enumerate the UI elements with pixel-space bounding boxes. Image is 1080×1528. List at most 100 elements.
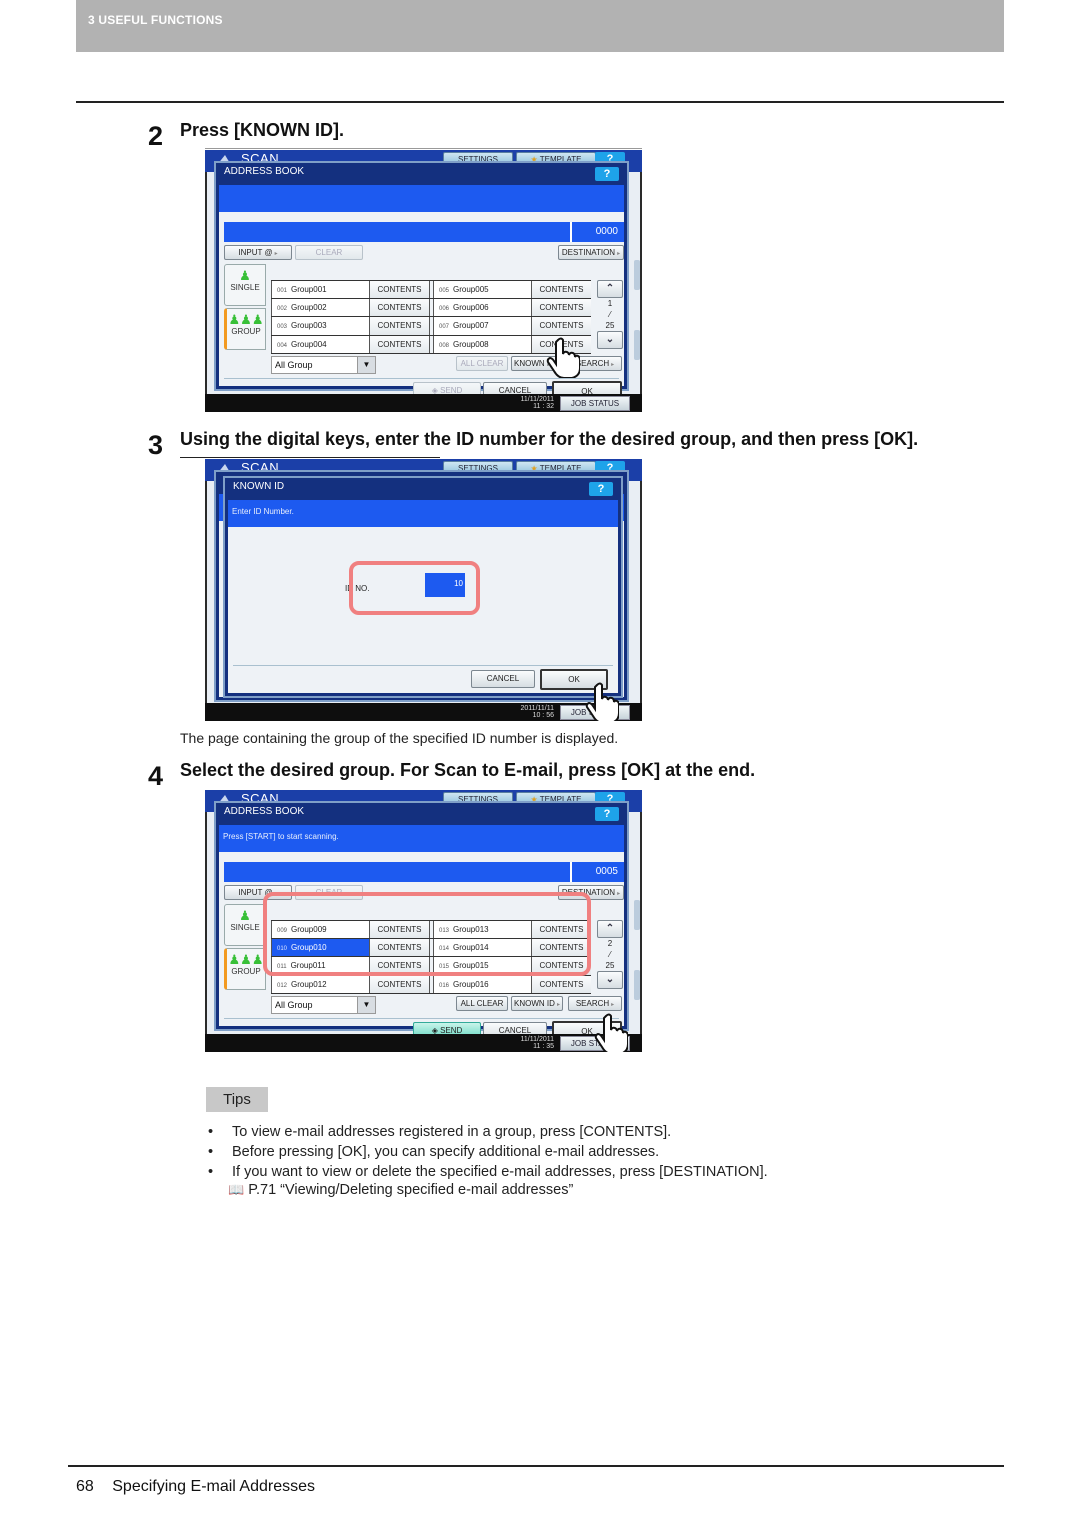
contents-button[interactable]: CONTENTS [369,975,429,993]
group-name: Group004 [291,339,327,349]
contents-button[interactable]: CONTENTS [369,298,429,316]
search-label: SEARCH [575,359,610,368]
cancel-button[interactable]: CANCEL [471,670,535,688]
side-tab [634,330,640,360]
group-id: 016 [439,982,450,989]
tip-text: Before pressing [OK], you can specify ad… [232,1144,660,1160]
chevron-down-icon: ▼ [357,357,375,373]
dialog-title: ADDRESS BOOK [224,806,305,817]
clear-button[interactable]: CLEAR [295,245,363,260]
contents-button[interactable]: CONTENTS [531,281,591,298]
group-name: Group012 [291,979,327,989]
all-clear-button[interactable]: ALL CLEAR [456,356,508,371]
destination-count: 0000 [570,222,624,242]
page-up-button[interactable]: ⌃ [597,280,623,298]
pointer-hand-icon [585,682,619,721]
divider [233,665,613,666]
group-id: 005 [439,288,450,294]
person-icon: ♟ [239,908,251,923]
group-id: 001 [277,288,288,294]
group-entry-button[interactable]: 008 Group008 [433,335,531,353]
group-icon: ♟♟♟ [228,312,264,327]
search-button[interactable]: SEARCH ▸ [568,996,622,1011]
contents-button[interactable]: CONTENTS [369,317,429,335]
dialog-help-button[interactable]: ? [589,482,613,496]
known-id-label: KNOWN ID [514,999,555,1008]
contents-button[interactable]: CONTENTS [369,335,429,353]
chapter-header: 3 USEFUL FUNCTIONS [76,0,1004,52]
page-footer: 68 Specifying E-mail Addresses [76,1478,315,1496]
date: 2011/11/11 [520,705,554,712]
group-name: Group008 [453,339,489,349]
step-text: Select the desired group. For Scan to E-… [180,760,756,780]
single-tab[interactable]: ♟ SINGLE [224,264,266,306]
group-entry-button[interactable]: 004 Group004 [271,335,369,353]
person-icon: ♟ [239,268,251,283]
total-pages: 25 [605,961,615,970]
destination-count: 0005 [570,862,624,882]
group-id: 012 [277,982,288,989]
single-label: SINGLE [230,283,260,292]
message-bar: Press [START] to start scanning. [219,825,624,852]
group-name: Group005 [453,285,489,294]
footer-title: Specifying E-mail Addresses [112,1478,316,1495]
contents-button[interactable]: CONTENTS [531,317,591,335]
page-reference-link[interactable]: 📖 P.71 “Viewing/Deleting specified e-mail… [228,1182,573,1198]
page-separator: ⁄ [609,950,611,959]
page-navigator: ⌃ 1 ⁄ 25 ⌄ [597,280,623,349]
table-row: 003 Group003 CONTENTS 007 Group007 CONTENTS [271,317,591,336]
group-tab[interactable]: ♟♟♟ GROUP [224,308,266,350]
current-page: 2 [607,939,613,948]
group-tab[interactable]: ♟♟♟ GROUP [224,948,266,990]
group-entry-button[interactable]: 012 Group012 [271,975,369,993]
input-email-button[interactable]: INPUT @ ▸ [224,245,292,260]
dialog-title: ADDRESS BOOK [224,166,305,177]
page-down-button[interactable]: ⌄ [597,331,623,349]
group-id: 008 [439,342,450,349]
step-text: Using the digital keys, enter the ID num… [180,429,919,449]
group-name: Group006 [453,302,489,312]
group-icon: ♟♟♟ [228,952,264,967]
dialog-help-button[interactable]: ? [595,167,619,181]
all-clear-button[interactable]: ALL CLEAR [456,996,508,1011]
known-id-button[interactable]: KNOWN ID▸ [511,996,563,1011]
group-entry-button[interactable]: 002 Group002 [271,298,369,316]
table-row: 004Group004CONTENTS008Group008CONTENTS [271,335,591,354]
clock: 11/11/2011 11 : 32 [521,396,554,410]
dialog-help-button[interactable]: ? [595,807,619,821]
pointer-hand-icon [546,337,580,378]
chapter-title: 3 USEFUL FUNCTIONS [88,13,223,27]
table-row: 002 Group002 CONTENTS 006 Group006 CONTENTS [271,298,591,317]
book-icon: 📖 [228,1182,245,1197]
group-entry-button[interactable]: 001 Group001 [271,281,369,298]
group-table: 001 Group001 CONTENTS 005 Group005 CONTENTS 00… [271,280,591,354]
group-filter-select[interactable]: All Group ▼ [271,356,376,374]
contents-button[interactable]: CONTENTS [531,975,591,993]
group-entry-button[interactable]: 003 Group003 [271,317,369,335]
top-rule [76,101,1004,103]
destination-button[interactable]: DESTINATION ▸ [558,245,624,260]
group-label: GROUP [231,967,261,976]
time: 11 : 32 [533,403,554,410]
contents-button[interactable]: CONTENTS [369,281,429,298]
step-number: 3 [148,430,164,460]
group-entry-button[interactable]: 006 Group006 [433,298,531,316]
step-3: 3 Using the digital keys, enter the ID n… [148,429,918,459]
input-label: INPUT @ [238,248,273,257]
group-filter-select[interactable]: All Group ▼ [271,996,376,1014]
tip-item: • To view e-mail addresses registered in … [204,1122,768,1142]
side-tab [634,260,640,290]
total-pages: 25 [605,321,615,330]
page-down-button[interactable]: ⌄ [597,971,623,989]
tips-label: Tips [206,1087,268,1112]
group-entry-button[interactable]: 005 Group005 [433,281,531,298]
group-entry-button[interactable]: 007 Group007 [433,317,531,335]
group-entry-button[interactable]: 016 Group016 [433,975,531,993]
group-label: GROUP [231,327,261,336]
screen-address-book-2: SCAN SETTINGS ★ TEMPLATE ? ADDRESS BOOK … [205,790,642,1052]
job-status-button[interactable]: JOB STATUS [560,396,630,411]
single-tab[interactable]: ♟ SINGLE [224,904,266,946]
side-tab [634,900,640,930]
page-up-button[interactable]: ⌃ [597,920,623,938]
contents-button[interactable]: CONTENTS [531,298,591,316]
